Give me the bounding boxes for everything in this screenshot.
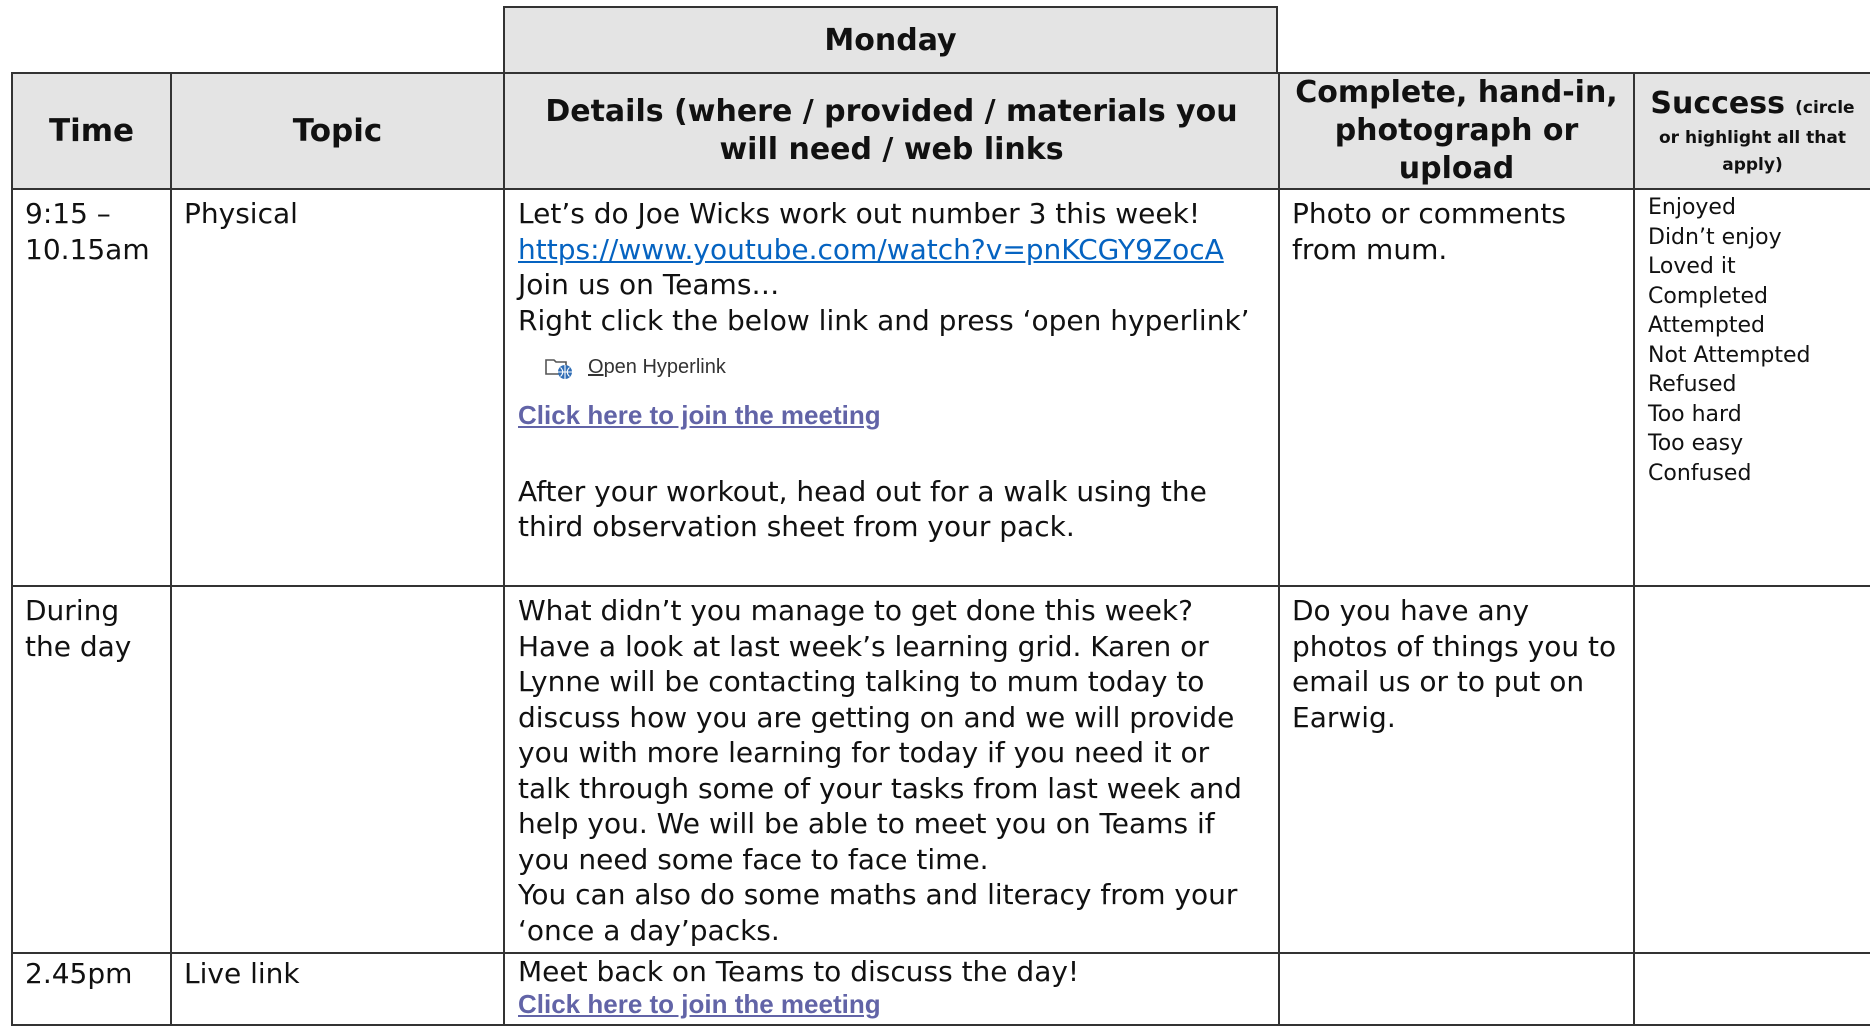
details-cell: Meet back on Teams to discuss the day! C… — [503, 952, 1280, 1026]
details-line: Right click the below link and press ‘op… — [518, 303, 1250, 337]
details-paragraph: What didn’t you manage to get done this … — [518, 594, 1242, 876]
success-options-list: Enjoyed Didn’t enjoy Loved it Completed … — [1635, 190, 1870, 488]
success-cell — [1633, 952, 1870, 1026]
details-cell: What didn’t you manage to get done this … — [503, 585, 1280, 954]
column-header-topic: Topic — [170, 72, 505, 190]
join-meeting-link[interactable]: Click here to join the meeting — [518, 398, 1270, 434]
success-option[interactable]: Loved it — [1648, 252, 1860, 282]
complete-cell: Photo or comments from mum. — [1278, 188, 1635, 587]
topic-cell: Physical — [170, 188, 505, 587]
success-option[interactable]: Completed — [1648, 282, 1860, 312]
complete-text: Photo or comments from mum. — [1292, 197, 1566, 266]
open-hyperlink-accel: O — [588, 356, 604, 379]
time-text: During the day — [25, 594, 132, 663]
time-cell: 9:15 – 10.15am — [11, 188, 172, 587]
time-text: 2.45pm — [25, 957, 133, 990]
topic-text: Physical — [184, 197, 298, 230]
column-header-success: Success (circle or highlight all that ap… — [1633, 72, 1870, 190]
success-option[interactable]: Didn’t enjoy — [1648, 223, 1860, 253]
complete-cell: Do you have any photos of things you to … — [1278, 585, 1635, 954]
success-cell — [1633, 585, 1870, 954]
column-header-details-text: Details (where / provided / materials yo… — [545, 94, 1238, 167]
column-header-complete-text: Complete, hand-in, photograph or upload — [1295, 75, 1618, 186]
success-option[interactable]: Enjoyed — [1648, 193, 1860, 223]
details-paragraph: You can also do some maths and literacy … — [518, 878, 1238, 947]
column-header-complete: Complete, hand-in, photograph or upload — [1278, 72, 1635, 190]
open-hyperlink-label: pen Hyperlink — [603, 356, 726, 379]
table-row: During the day What didn’t you manage to… — [11, 585, 1870, 954]
details-line: After your workout, head out for a walk … — [518, 474, 1207, 544]
column-header-time: Time — [11, 72, 172, 190]
day-header: Monday — [503, 6, 1278, 72]
success-option[interactable]: Attempted — [1648, 311, 1860, 341]
table-row: 9:15 – 10.15am Physical Let’s do Joe Wic… — [11, 188, 1870, 587]
success-cell: Enjoyed Didn’t enjoy Loved it Completed … — [1633, 188, 1870, 587]
day-title: Monday — [824, 22, 957, 58]
join-meeting-link[interactable]: Click here to join the meeting — [518, 988, 1270, 1020]
youtube-link[interactable]: https://www.youtube.com/watch?v=pnKCGY9Z… — [518, 233, 1224, 266]
details-cell: Let’s do Joe Wicks work out number 3 thi… — [503, 188, 1280, 587]
table-row: 2.45pm Live link Meet back on Teams to d… — [11, 952, 1870, 1026]
topic-text — [172, 587, 503, 597]
header-row: Time Topic Details (where / provided / m… — [11, 72, 1870, 190]
success-option[interactable]: Too hard — [1648, 400, 1860, 430]
success-option[interactable]: Not Attempted — [1648, 341, 1860, 371]
success-option[interactable]: Too easy — [1648, 429, 1860, 459]
time-cell: 2.45pm — [11, 952, 172, 1026]
time-cell: During the day — [11, 585, 172, 954]
success-header-main: Success — [1650, 86, 1785, 121]
complete-cell — [1278, 952, 1635, 1026]
open-hyperlink-menu-item[interactable]: Open Hyperlink — [518, 338, 1270, 398]
topic-cell — [170, 585, 505, 954]
success-option[interactable]: Refused — [1648, 370, 1860, 400]
success-option[interactable]: Confused — [1648, 459, 1860, 489]
topic-text: Live link — [184, 957, 300, 990]
topic-cell: Live link — [170, 952, 505, 1026]
time-text: 9:15 – 10.15am — [25, 197, 150, 266]
details-line: Join us on Teams… — [518, 268, 780, 301]
column-header-details: Details (where / provided / materials yo… — [503, 72, 1280, 190]
learning-grid-table: Time Topic Details (where / provided / m… — [11, 72, 1870, 1026]
open-hyperlink-icon — [545, 359, 572, 379]
details-line: Let’s do Joe Wicks work out number 3 thi… — [518, 197, 1201, 230]
complete-text: Do you have any photos of things you to … — [1292, 594, 1617, 734]
details-line: Meet back on Teams to discuss the day! — [518, 955, 1080, 988]
